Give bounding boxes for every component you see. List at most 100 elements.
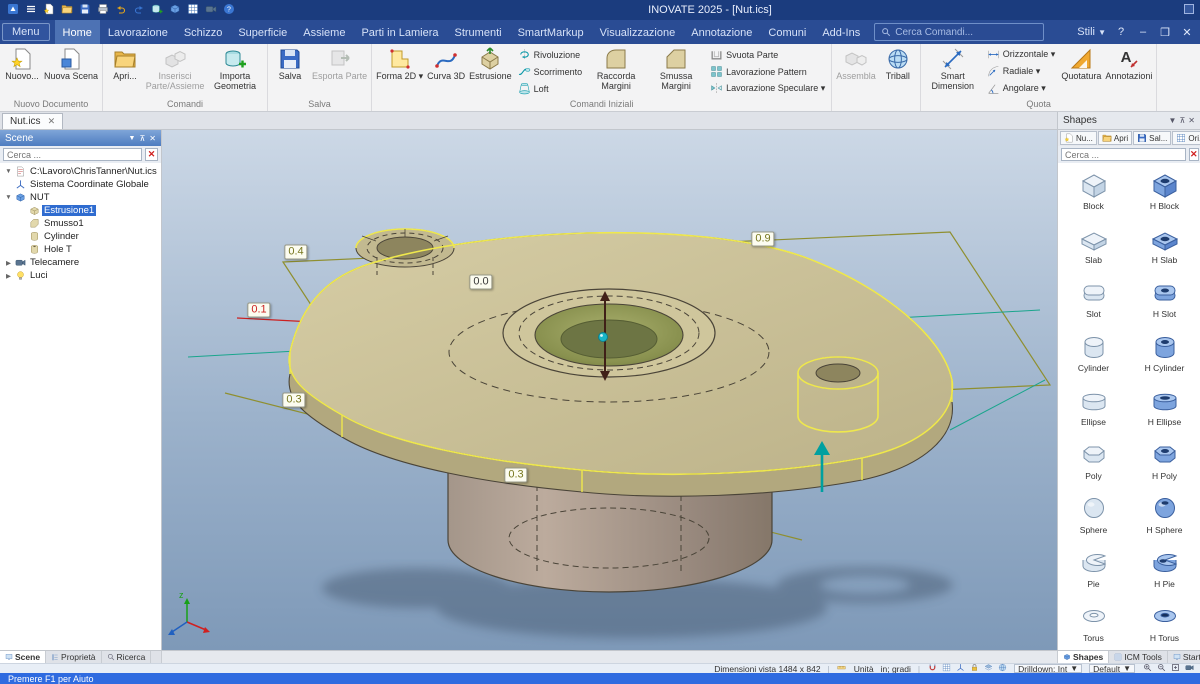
shape-item-torus[interactable]: Torus	[1058, 595, 1129, 649]
shape-item-h-torus[interactable]: H Torus	[1129, 595, 1200, 649]
panel-tab-ricerca[interactable]: Ricerca	[102, 651, 152, 663]
inserisci-parte-assieme-button[interactable]: Inserisci Parte/Assieme	[145, 45, 205, 92]
pin-icon[interactable]: ⊼	[1179, 116, 1185, 125]
tree-item-cylinder[interactable]: Cylinder	[0, 230, 161, 243]
qat-app-button[interactable]	[6, 2, 20, 18]
close-document-icon[interactable]: ✕	[48, 116, 56, 127]
quotatura-button[interactable]: Quotatura	[1059, 45, 1103, 82]
dimension-value-2[interactable]: 0.0	[469, 275, 492, 290]
tree-item-telecamere[interactable]: ▶Telecamere	[0, 256, 161, 269]
qat-open-folder-button[interactable]	[60, 2, 74, 18]
ribbon-tab-schizzo[interactable]: Schizzo	[176, 20, 231, 44]
tree-item-smusso1[interactable]: Smusso1	[0, 217, 161, 230]
shape-item-block[interactable]: Block	[1058, 163, 1129, 217]
tree-item-hole-t[interactable]: Hole T	[0, 243, 161, 256]
chevron-down-icon[interactable]: ▼	[129, 135, 136, 142]
estrusione-button[interactable]: Estrusione	[467, 45, 514, 82]
forma-2d-button[interactable]: Forma 2D ▾	[374, 45, 425, 82]
ribbon-tab-add-ins[interactable]: Add-Ins	[814, 20, 868, 44]
ribbon-tab-home[interactable]: Home	[55, 20, 100, 44]
ribbon-tab-menu[interactable]: Menu	[2, 23, 50, 41]
command-search-box[interactable]	[874, 23, 1044, 41]
qat-redo-button[interactable]	[132, 2, 146, 18]
dimension-value-3[interactable]: 0.1	[247, 303, 270, 318]
shapes-search-input[interactable]	[1061, 148, 1186, 161]
drilldown-dropdown[interactable]: Drilldown: Int▼	[1014, 664, 1082, 673]
shapes-toolbar-sal-button[interactable]: Sal...	[1133, 131, 1171, 145]
smart-dimension-button[interactable]: Smart Dimension	[923, 45, 983, 92]
shape-item-slot[interactable]: Slot	[1058, 271, 1129, 325]
minimize-button[interactable]: –	[1136, 26, 1150, 38]
ribbon-tab-annotazione[interactable]: Annotazione	[683, 20, 760, 44]
restore-button[interactable]: ❒	[1158, 26, 1172, 39]
panel-tab-shapes[interactable]: Shapes	[1058, 651, 1109, 663]
left-hole[interactable]	[377, 237, 433, 259]
chevron-down-icon[interactable]: ▼	[1169, 116, 1177, 125]
shape-item-sphere[interactable]: Sphere	[1058, 487, 1129, 541]
panel-tab-scene[interactable]: Scene	[0, 651, 46, 663]
tree-item-luci[interactable]: ▶Luci	[0, 269, 161, 282]
apri-button[interactable]: Apri...	[105, 45, 145, 82]
tree-item-sistema-coordinate-globale[interactable]: Sistema Coordinate Globale	[0, 178, 161, 191]
tree-expander-icon[interactable]: ▶	[4, 259, 13, 267]
scene-search-input[interactable]	[3, 148, 142, 161]
shape-item-h-slab[interactable]: H Slab	[1129, 217, 1200, 271]
dimension-value-1[interactable]: 0.9	[751, 232, 774, 247]
qat-import-geometry-button[interactable]	[150, 2, 164, 18]
tree-expander-icon[interactable]: ▼	[4, 168, 13, 175]
close-button[interactable]: ✕	[1180, 26, 1194, 39]
shape-item-slab[interactable]: Slab	[1058, 217, 1129, 271]
orizzontale-button[interactable]: Orizzontale ▾	[983, 46, 1060, 63]
tree-item-estrusione1[interactable]: Estrusione1	[0, 204, 161, 217]
nuovo-button[interactable]: Nuovo...	[2, 45, 42, 82]
shapes-toolbar-nu-button[interactable]: Nu...	[1060, 131, 1097, 145]
radiale-button[interactable]: Radiale ▾	[983, 63, 1060, 80]
ribbon-tab-assieme[interactable]: Assieme	[295, 20, 353, 44]
triball-button[interactable]: Triball	[878, 45, 918, 82]
smussa-margini-button[interactable]: Smussa Margini	[646, 45, 706, 92]
dimension-value-0[interactable]: 0.4	[284, 245, 307, 260]
angolare-button[interactable]: Angolare ▾	[983, 80, 1060, 97]
shape-item-h-ellipse[interactable]: H Ellipse	[1129, 379, 1200, 433]
rivoluzione-button[interactable]: Rivoluzione	[514, 46, 587, 63]
panel-tab-propriet[interactable]: Proprietà	[46, 651, 102, 663]
shapes-toolbar-ori-button[interactable]: Ori...	[1172, 131, 1200, 145]
shape-item-h-cylinder[interactable]: H Cylinder	[1129, 325, 1200, 379]
window-layout-icon[interactable]	[1184, 4, 1194, 17]
salva-button[interactable]: Salva	[270, 45, 310, 82]
qat-undo-button[interactable]	[114, 2, 128, 18]
qat-menu-button[interactable]	[24, 2, 38, 18]
panel-tab-icm-tools[interactable]: ICM Tools	[1109, 651, 1168, 663]
lavorazione-speculare-button[interactable]: Lavorazione Speculare ▾	[706, 80, 829, 97]
qat-grid-button[interactable]	[186, 2, 200, 18]
help-button[interactable]: ?	[1114, 26, 1128, 38]
svuota-parte-button[interactable]: Svuota Parte	[706, 46, 829, 63]
shape-item-pie[interactable]: Pie	[1058, 541, 1129, 595]
close-icon[interactable]: ✕	[1188, 116, 1195, 125]
clear-search-icon[interactable]: ✕	[1189, 148, 1199, 161]
dimension-value-4[interactable]: 0.3	[282, 393, 305, 408]
shape-item-h-slot[interactable]: H Slot	[1129, 271, 1200, 325]
viewport-3d[interactable]: z 0.40.90.00.10.30.3	[162, 130, 1057, 650]
shape-item-h-poly[interactable]: H Poly	[1129, 433, 1200, 487]
shape-item-ellipse[interactable]: Ellipse	[1058, 379, 1129, 433]
esporta-parte-button[interactable]: Esporta Parte	[310, 45, 369, 82]
assembla-button[interactable]: Assembla	[834, 45, 878, 82]
document-tab[interactable]: Nut.ics ✕	[2, 113, 63, 129]
shapes-toolbar-apri-button[interactable]: Apri	[1098, 131, 1132, 145]
ribbon-tab-parti-in-lamiera[interactable]: Parti in Lamiera	[353, 20, 446, 44]
styles-menu[interactable]: Stili ▼	[1077, 26, 1106, 38]
dimension-value-5[interactable]: 0.3	[504, 468, 527, 483]
qat-print-button[interactable]	[96, 2, 110, 18]
close-icon[interactable]: ✕	[149, 134, 156, 143]
raccorda-margini-button[interactable]: Raccorda Margini	[586, 45, 646, 92]
qat-new-doc-button[interactable]	[42, 2, 56, 18]
shape-item-poly[interactable]: Poly	[1058, 433, 1129, 487]
center-point-handle[interactable]	[599, 333, 608, 342]
ribbon-tab-lavorazione[interactable]: Lavorazione	[100, 20, 176, 44]
shape-item-h-sphere[interactable]: H Sphere	[1129, 487, 1200, 541]
clear-search-icon[interactable]: ✕	[145, 148, 158, 161]
loft-button[interactable]: Loft	[514, 80, 587, 97]
tree-item-nut[interactable]: ▼NUT	[0, 191, 161, 204]
ribbon-tab-comuni[interactable]: Comuni	[760, 20, 814, 44]
